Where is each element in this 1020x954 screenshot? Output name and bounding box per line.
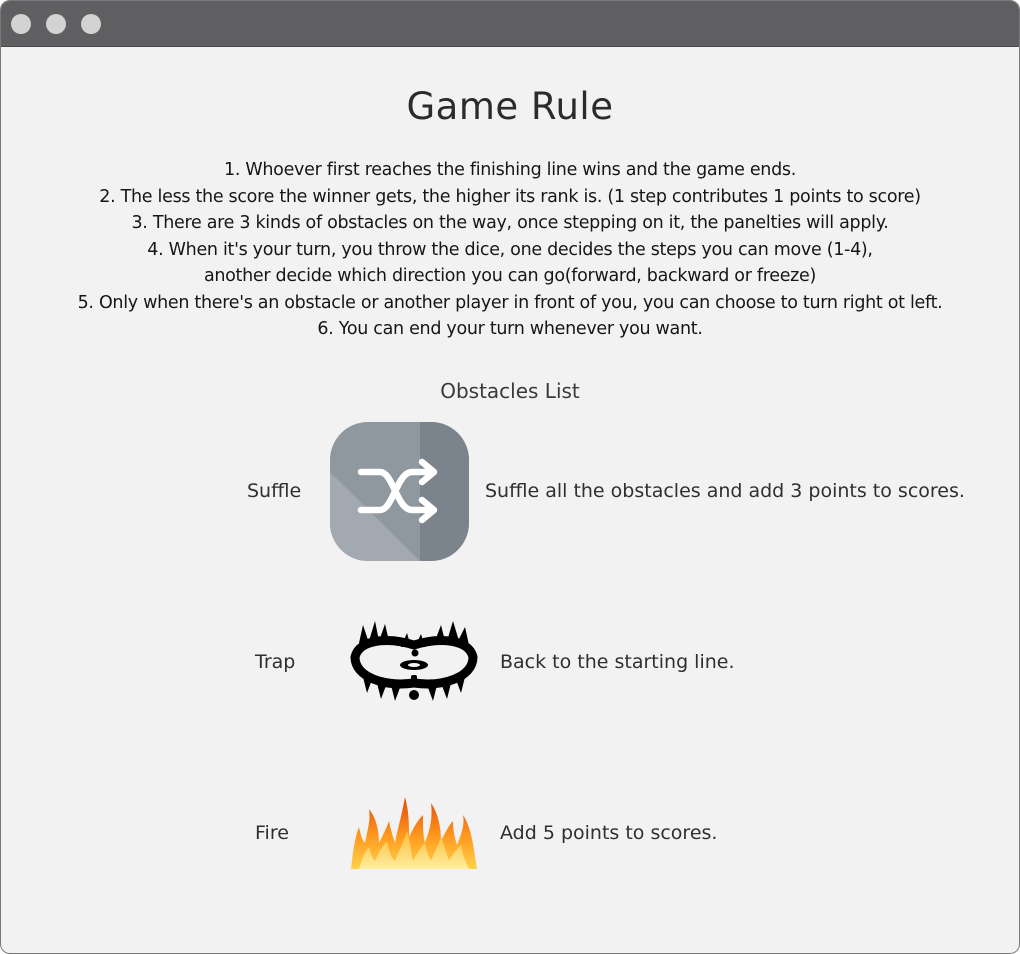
obstacle-name-shuffle: Suffle [247, 480, 302, 502]
rule-line: 5. Only when there's an obstacle or anot… [77, 292, 943, 313]
rules-list: 1. Whoever first reaches the finishing l… [1, 157, 1019, 343]
rule-line: 2. The less the score the winner gets, t… [99, 186, 921, 207]
obstacle-desc-shuffle: Suffle all the obstacles and add 3 point… [485, 480, 965, 502]
obstacle-name-fire: Fire [255, 822, 289, 844]
fire-icon [349, 791, 479, 871]
game-rule-window: Game Rule 1. Whoever first reaches the f… [0, 0, 1020, 954]
rule-line: another decide which direction you can g… [203, 266, 817, 286]
obstacle-desc-fire: Add 5 points to scores. [500, 822, 718, 844]
bear-trap-icon [349, 619, 479, 705]
shuffle-icon [330, 422, 469, 561]
rule-line: 6. You can end your turn whenever you wa… [317, 319, 703, 339]
obstacles-list-heading: Obstacles List [440, 379, 580, 403]
obstacle-name-trap: Trap [255, 651, 296, 673]
page-title: Game Rule [406, 85, 614, 128]
minimize-window-button[interactable] [46, 14, 66, 34]
title-bar [1, 1, 1019, 47]
rule-line: 3. There are 3 kinds of obstacles on the… [131, 213, 889, 233]
obstacle-desc-trap: Back to the starting line. [500, 651, 735, 673]
rule-line: 1. Whoever first reaches the finishing l… [224, 160, 796, 180]
maximize-window-button[interactable] [81, 14, 101, 34]
close-window-button[interactable] [11, 14, 31, 34]
rule-line: 4. When it's your turn, you throw the di… [147, 239, 873, 260]
